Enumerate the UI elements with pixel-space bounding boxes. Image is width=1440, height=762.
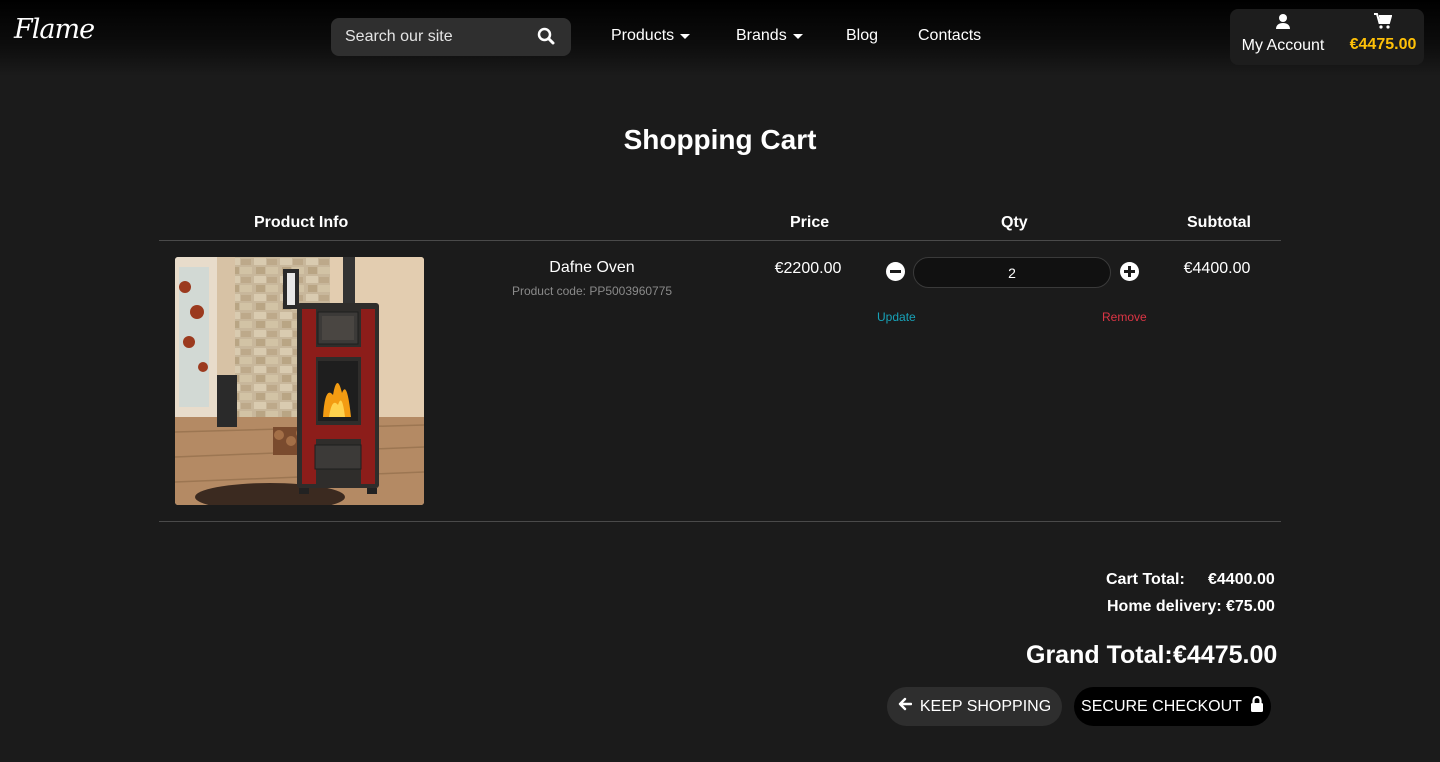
increase-qty-button[interactable] [1120,262,1139,281]
row-subtotal: €4400.00 [1183,260,1251,277]
grand-total-label: Grand Total: [1026,641,1173,669]
lock-icon [1250,695,1264,717]
account-cart-box: My Account €4475.00 [1230,9,1424,65]
nav-brands[interactable]: Brands [736,27,803,45]
flame-logo[interactable]: Flame [14,14,95,45]
arrow-left-icon [898,697,913,716]
product-code: Product code: PP5003960775 [511,284,673,298]
my-account-button[interactable]: My Account [1237,13,1329,55]
caret-down-icon [680,33,691,39]
cart-button[interactable]: €4475.00 [1348,13,1418,54]
column-header-product-info: Product Info [254,214,349,231]
search-box[interactable] [331,18,571,56]
cart-total-amount: €4475.00 [1349,36,1417,53]
home-delivery-label: Home delivery: [1107,598,1222,615]
table-header-divider [159,240,1281,241]
top-navigation-bar: Flame Products Brands Blog Contacts My A… [0,0,1440,76]
nav-products-label: Products [611,27,675,44]
keep-shopping-button[interactable]: KEEP SHOPPING [887,687,1062,726]
nav-contacts-label: Contacts [918,27,982,44]
quantity-input[interactable] [913,257,1111,288]
secure-checkout-button[interactable]: SECURE CHECKOUT [1074,687,1271,726]
table-bottom-divider [159,521,1281,522]
user-icon [1275,14,1291,34]
page-title: Shopping Cart [623,124,817,155]
product-image-dafne-oven[interactable] [175,257,424,505]
remove-link[interactable]: Remove [1102,310,1147,324]
caret-down-icon [792,33,803,39]
search-icon[interactable] [537,27,555,50]
cart-total-label: Cart Total: [1106,571,1185,588]
column-header-price: Price [790,214,830,231]
product-price: €2200.00 [774,260,842,277]
search-input[interactable] [343,27,527,47]
cart-icon [1374,13,1393,33]
product-name[interactable]: Dafne Oven [480,259,704,277]
home-delivery-value: €75.00 [1226,598,1275,615]
decrease-qty-button[interactable] [886,262,905,281]
update-link[interactable]: Update [877,310,916,324]
nav-blog-label: Blog [846,27,879,44]
nav-blog[interactable]: Blog [846,27,878,45]
nav-products[interactable]: Products [611,27,691,45]
cart-total-value: €4400.00 [1208,571,1275,588]
nav-brands-label: Brands [736,27,787,44]
keep-shopping-label: KEEP SHOPPING [919,697,1052,715]
grand-total-value: €4475.00 [1173,641,1278,669]
nav-contacts[interactable]: Contacts [918,27,981,45]
secure-checkout-label: SECURE CHECKOUT [1081,697,1242,715]
my-account-label: My Account [1241,37,1325,54]
column-header-subtotal: Subtotal [1187,214,1251,231]
column-header-qty: Qty [1001,214,1028,231]
